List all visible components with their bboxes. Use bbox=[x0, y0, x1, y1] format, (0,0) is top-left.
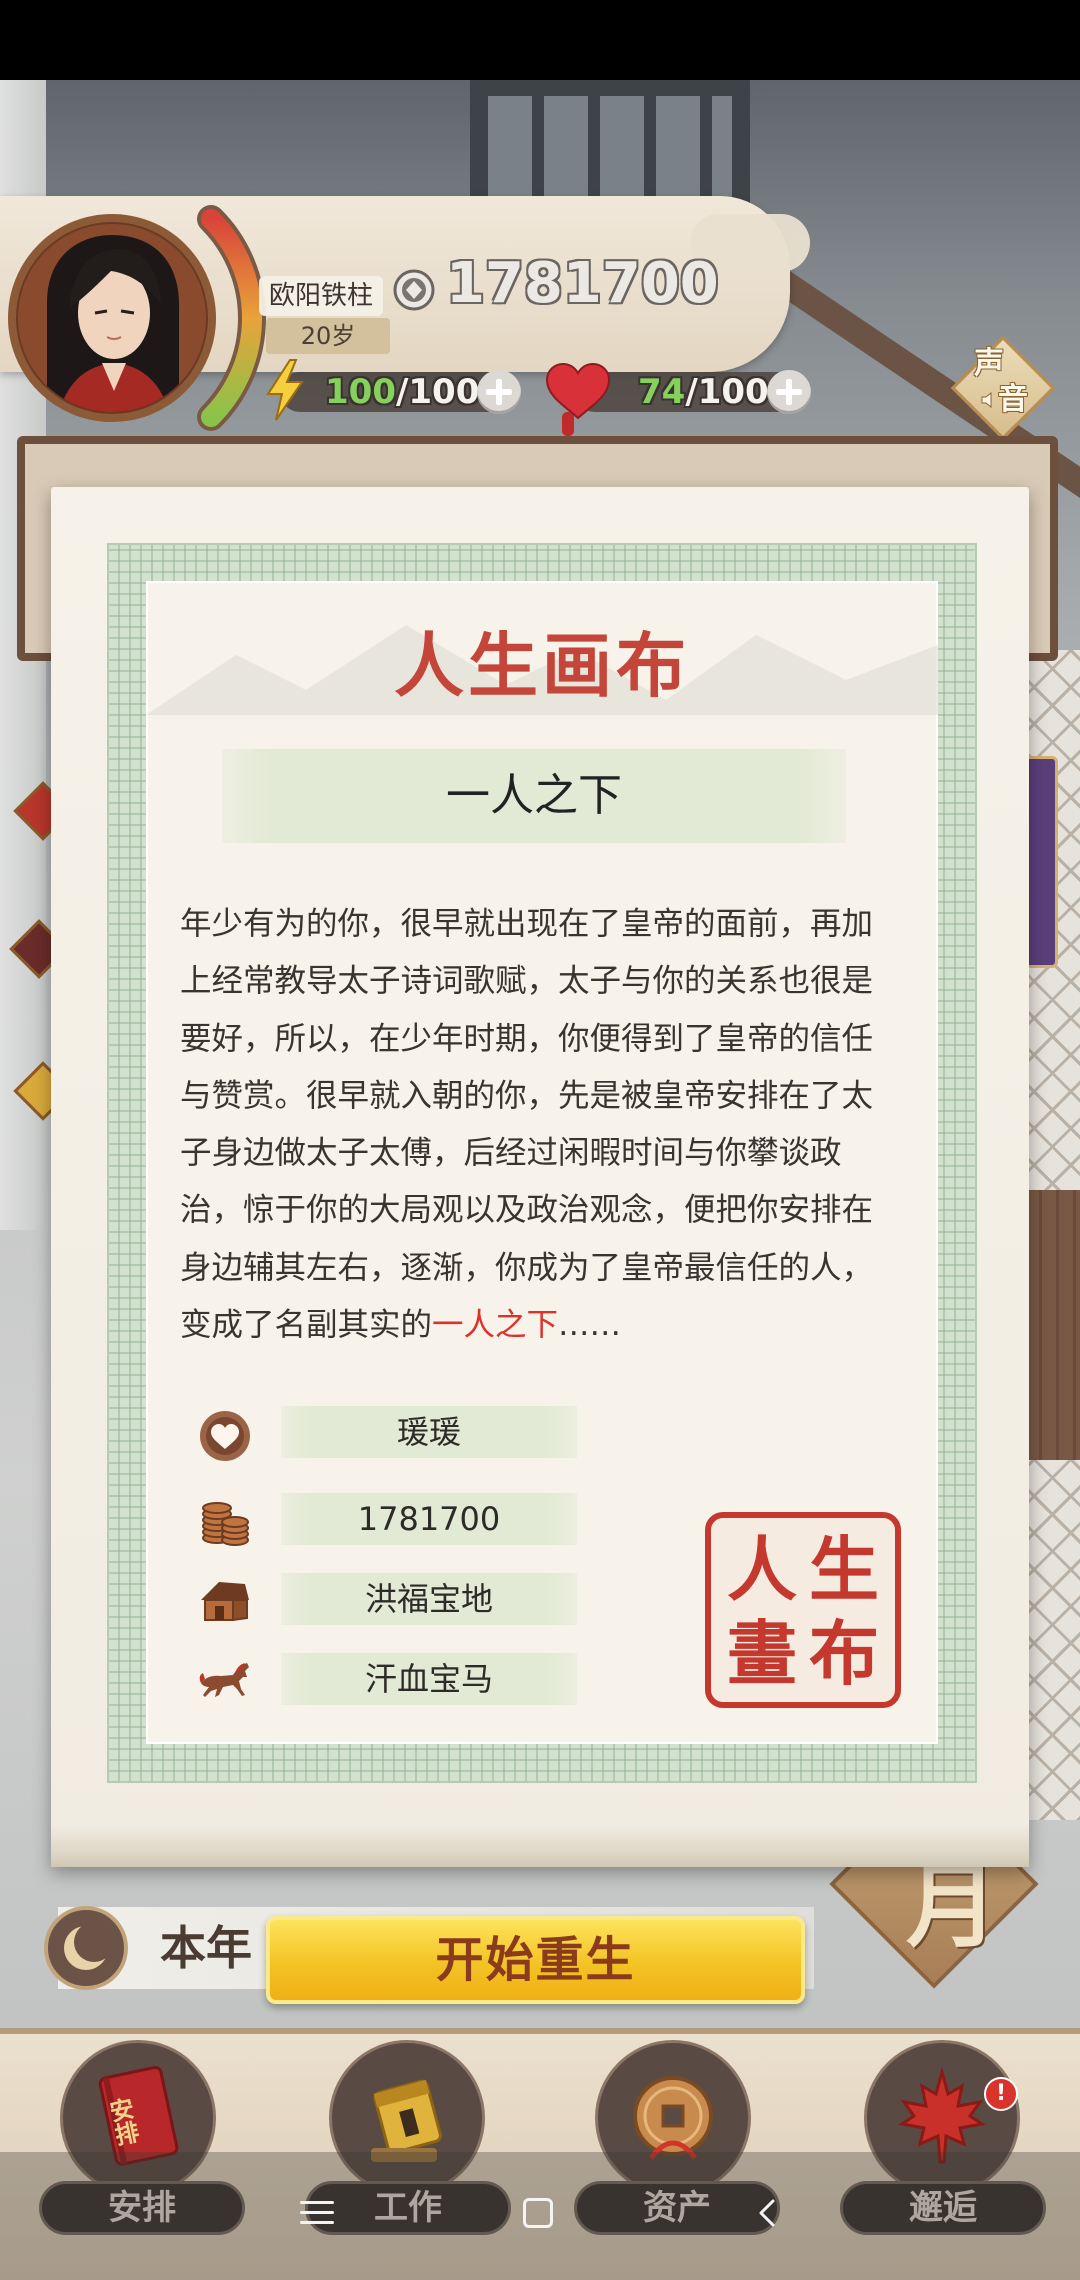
horse-icon bbox=[199, 1663, 249, 1697]
story-line: 身边辅其左右，逐渐，你成为了皇帝最信任的人， bbox=[180, 1249, 874, 1286]
story-line: 年少有为的你，很早就出现在了皇帝的面前，再加 bbox=[180, 906, 874, 942]
story-line: 上经常教导太子诗词歌赋，太子与你的关系也很是 bbox=[180, 963, 874, 1000]
notification-badge: ! bbox=[984, 2077, 1018, 2111]
ending-name: 一人之下 bbox=[222, 749, 846, 843]
health-current: 74 bbox=[638, 372, 686, 412]
story-line: 子身边做太子太傅，后经过闲暇时间与你攀谈政 bbox=[180, 1135, 842, 1172]
game-screen: 欧阳铁柱 20岁 1781700 100/100 74/100 声 音 月 人生… bbox=[0, 0, 1080, 2280]
story-text-prefix: 变成了名副其实的 bbox=[180, 1307, 433, 1344]
background-windows bbox=[488, 96, 732, 200]
sound-label-bottom: 音 bbox=[998, 382, 1028, 417]
stat-residence: 洪福宝地 bbox=[281, 1573, 577, 1625]
start-rebirth-button[interactable]: 开始重生 bbox=[266, 1916, 805, 2004]
seal-char: 生 bbox=[809, 1528, 879, 1611]
heart-icon bbox=[545, 362, 611, 420]
moon-icon bbox=[44, 1906, 128, 1990]
lightning-icon bbox=[266, 359, 304, 421]
seal-char: 人 bbox=[727, 1528, 797, 1611]
status-bar bbox=[0, 0, 1080, 80]
story-line: 与赞赏。很早就入朝的你，先是被皇帝安排在了太 bbox=[180, 1077, 874, 1114]
story-text: 年少有为的你，很早就出现在了皇帝的面前，再加 上经常教导太子诗词歌赋，太子与你的… bbox=[180, 896, 910, 1354]
stat-partner: 瑗瑗 bbox=[281, 1406, 577, 1458]
avatar[interactable] bbox=[7, 213, 217, 423]
add-health-button[interactable] bbox=[767, 370, 811, 414]
story-highlight: 一人之下 bbox=[432, 1307, 559, 1344]
seal-char: 布 bbox=[809, 1612, 879, 1695]
player-name: 欧阳铁柱 bbox=[259, 276, 383, 316]
add-energy-button[interactable] bbox=[477, 370, 521, 414]
house-icon bbox=[201, 1582, 249, 1622]
story-text-suffix: …… bbox=[558, 1307, 622, 1344]
back-icon[interactable] bbox=[756, 2198, 778, 2228]
story-line-last: 变成了名副其实的一人之下…… bbox=[180, 1297, 910, 1354]
sound-label-top: 声 bbox=[974, 346, 1004, 381]
coin-balance: 1781700 bbox=[446, 251, 719, 316]
player-age: 20岁 bbox=[266, 318, 390, 354]
seal-char: 畫 bbox=[727, 1612, 797, 1695]
energy-current: 100 bbox=[325, 372, 396, 412]
energy-value: 100/100 bbox=[325, 372, 479, 412]
seal-stamp: 人 生 畫 布 bbox=[705, 1512, 901, 1708]
background-wall bbox=[1025, 1190, 1080, 1460]
home-icon[interactable] bbox=[523, 2198, 553, 2228]
health-value: 74/100 bbox=[638, 372, 769, 412]
stat-mount: 汗血宝马 bbox=[281, 1653, 577, 1705]
heart-icon bbox=[200, 1411, 250, 1461]
year-summary-label: 本年 bbox=[160, 1921, 252, 1975]
health-max: /100 bbox=[685, 372, 769, 412]
story-line: 要好，所以，在少年时期，你便得到了皇帝的信任 bbox=[180, 1020, 874, 1057]
sound-button[interactable]: 声 音 bbox=[950, 335, 1056, 441]
story-line: 治，惊于你的大局观以及政治观念，便把你安排在 bbox=[180, 1192, 874, 1229]
stat-wealth: 1781700 bbox=[281, 1493, 577, 1545]
coins-icon bbox=[202, 1502, 249, 1546]
paper-curl bbox=[51, 1825, 1029, 1867]
menu-icon[interactable] bbox=[300, 2199, 334, 2227]
speaker-icon bbox=[981, 391, 992, 409]
coin-icon bbox=[393, 269, 435, 311]
energy-max: /100 bbox=[395, 372, 480, 412]
month-label: 月 bbox=[905, 1852, 998, 1960]
life-canvas-modal: 人生画布 一人之下 年少有为的你，很早就出现在了皇帝的面前，再加 上经常教导太子… bbox=[51, 487, 1029, 1867]
modal-title: 人生画布 bbox=[394, 624, 690, 707]
